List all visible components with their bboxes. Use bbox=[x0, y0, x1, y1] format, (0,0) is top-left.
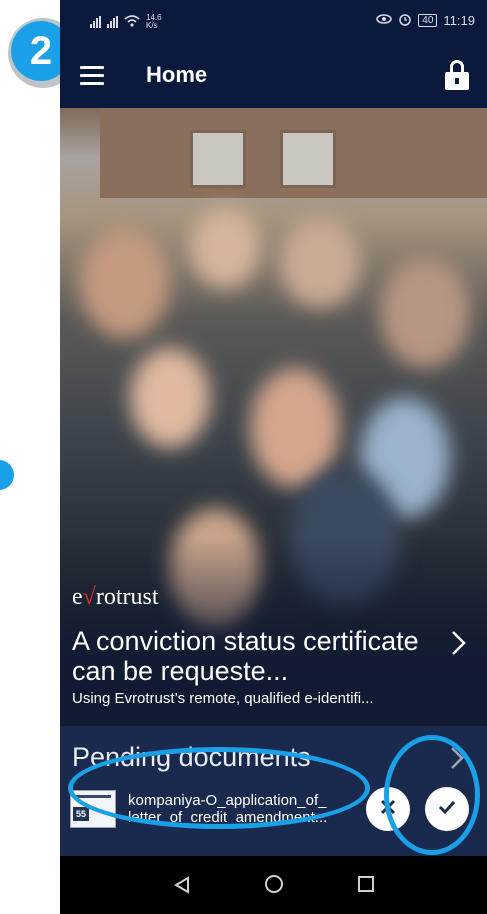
annotation-circle-approve bbox=[384, 735, 480, 855]
status-bar: 14.6 K/s 40 11:19 bbox=[60, 0, 487, 44]
annotation-dot bbox=[0, 460, 14, 490]
news-subtitle: Using Evrotrust’s remote, qualified e-id… bbox=[72, 690, 374, 707]
network-speed: 14.6 K/s bbox=[146, 14, 162, 30]
menu-icon[interactable] bbox=[80, 66, 104, 86]
signal-icon bbox=[90, 16, 101, 28]
nav-back-icon[interactable] bbox=[173, 876, 191, 899]
signal-icon-2 bbox=[107, 16, 118, 28]
nav-home-icon[interactable] bbox=[265, 875, 283, 893]
nav-recents-icon[interactable] bbox=[358, 876, 374, 892]
speed-unit: K/s bbox=[146, 21, 158, 30]
eye-comfort-icon bbox=[376, 13, 393, 28]
evrotrust-logo: e√rotrust bbox=[72, 584, 159, 610]
page-title: Home bbox=[146, 62, 208, 87]
news-headline[interactable]: A conviction status certificate can be r… bbox=[72, 626, 442, 686]
clock: 11:19 bbox=[443, 13, 475, 28]
alarm-icon bbox=[398, 12, 412, 29]
app-bar: Home bbox=[60, 44, 487, 108]
battery-indicator: 40 bbox=[418, 14, 438, 27]
lock-icon[interactable] bbox=[445, 60, 469, 90]
annotation-circle-document bbox=[68, 747, 370, 829]
wifi-icon bbox=[124, 14, 140, 30]
system-nav-bar bbox=[60, 856, 487, 914]
building-background bbox=[100, 108, 487, 198]
chevron-right-icon[interactable] bbox=[445, 630, 471, 656]
